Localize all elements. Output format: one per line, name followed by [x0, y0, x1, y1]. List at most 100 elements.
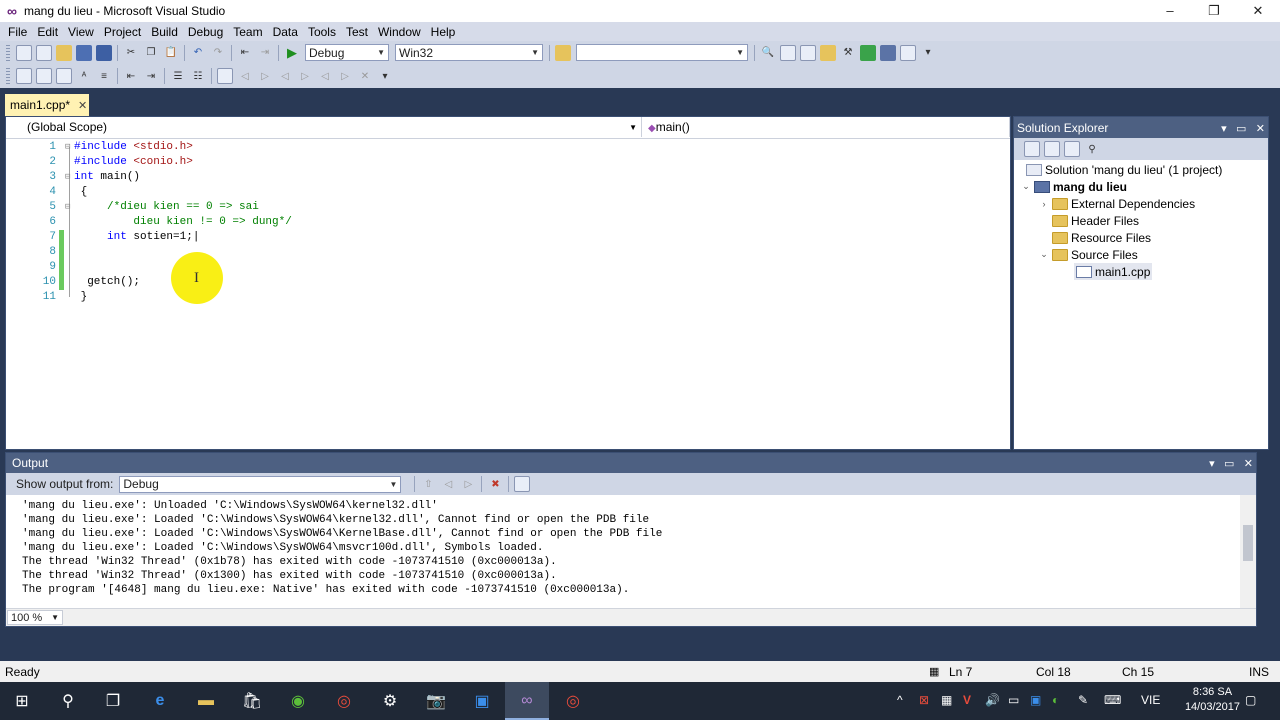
display-parameter-info-icon[interactable]	[36, 68, 52, 84]
clear-all-icon[interactable]: ✖	[487, 476, 503, 492]
tab-main1-cpp[interactable]: main1.cpp* ✕	[5, 94, 89, 116]
code-line[interactable]: 10 getch();	[6, 275, 1006, 290]
toolbar-options-icon[interactable]: ▾	[377, 68, 393, 84]
redo-icon[interactable]: ↷	[210, 45, 226, 61]
function-select[interactable]: ◆main()	[642, 117, 1010, 137]
auto-hide-pin-icon[interactable]: ▭	[1224, 458, 1234, 470]
menu-team[interactable]: Team	[228, 25, 267, 39]
extension-manager-icon[interactable]	[880, 44, 896, 61]
close-button[interactable]: ✕	[1236, 0, 1280, 22]
next-bookmark-folder-icon[interactable]: ▷	[297, 68, 313, 84]
code-line[interactable]: 6 dieu kien != 0 => dung*/	[6, 215, 1006, 230]
save-icon[interactable]	[76, 44, 92, 61]
increase-indent-icon[interactable]: ⇥	[143, 68, 159, 84]
toggle-bookmark-icon[interactable]	[217, 68, 233, 84]
save-all-icon[interactable]	[96, 44, 112, 61]
tray-app-icon[interactable]: V	[963, 693, 971, 707]
cut-icon[interactable]: ✂	[123, 45, 139, 61]
previous-bookmark-document-icon[interactable]: ◁	[317, 68, 333, 84]
keyboard-icon[interactable]: ⌨	[1104, 693, 1121, 707]
close-icon[interactable]: ✕	[1256, 123, 1265, 135]
output-source-select[interactable]: Debug ▼	[119, 475, 402, 493]
search-icon[interactable]: ⚲	[57, 690, 79, 712]
display-object-member-list-icon[interactable]	[16, 68, 32, 84]
code-line[interactable]: 3 ⊟ int main()	[6, 170, 1006, 185]
solution-platform-select[interactable]: Win32 ▼	[395, 44, 543, 61]
tray-app-icon[interactable]: ◐	[1052, 693, 1059, 707]
add-item-icon[interactable]	[36, 44, 52, 61]
window-layout-icon[interactable]	[900, 44, 916, 61]
menu-project[interactable]: Project	[99, 25, 146, 39]
dropdown-icon[interactable]: ▾	[1221, 123, 1227, 135]
navigate-forward-icon[interactable]: ⇥	[257, 45, 273, 61]
toolbox-icon[interactable]: ⚒	[840, 45, 856, 61]
tree-project[interactable]: ⌄ mang du lieu	[1020, 178, 1127, 195]
menu-tools[interactable]: Tools	[303, 25, 341, 39]
menu-window[interactable]: Window	[373, 25, 426, 39]
code-area[interactable]: 1 ⊟ #include <stdio.h> 2 #include <conio.h> 3…	[6, 140, 1010, 449]
language-indicator[interactable]: VIE	[1141, 693, 1160, 707]
tray-app-icon[interactable]: ⊠	[919, 693, 929, 707]
copy-icon[interactable]: ❐	[143, 45, 159, 61]
show-all-files-icon[interactable]	[1044, 141, 1060, 157]
tree-source-files[interactable]: ⌄ Source Files	[1038, 246, 1137, 263]
chevron-down-icon[interactable]: ⌄	[1038, 249, 1050, 260]
new-project-icon[interactable]	[16, 44, 32, 61]
menu-view[interactable]: View	[63, 25, 99, 39]
menu-help[interactable]: Help	[426, 25, 461, 39]
menu-data[interactable]: Data	[268, 25, 303, 39]
file-explorer-icon[interactable]: ▬	[195, 690, 217, 712]
properties-icon[interactable]	[800, 44, 816, 61]
tray-app-icon[interactable]: ▣	[1030, 693, 1041, 707]
menu-file[interactable]: File	[3, 25, 32, 39]
dropdown-icon[interactable]: ▾	[1209, 458, 1215, 470]
start-page-icon[interactable]	[860, 44, 876, 61]
auto-hide-pin-icon[interactable]: ▭	[1236, 123, 1246, 135]
app-icon[interactable]: ◉	[287, 690, 309, 712]
solution-configuration-select[interactable]: Debug ▼	[305, 44, 389, 61]
store-icon[interactable]: 🛍	[241, 690, 263, 712]
scrollbar-thumb[interactable]	[1243, 525, 1253, 561]
menu-edit[interactable]: Edit	[32, 25, 63, 39]
find-combo[interactable]: ▼	[576, 44, 748, 61]
next-bookmark-icon[interactable]: ▷	[257, 68, 273, 84]
close-icon[interactable]: ✕	[78, 99, 87, 112]
collapse-icon[interactable]: ⊟	[65, 200, 70, 215]
visual-studio-icon[interactable]: ∞	[516, 690, 538, 712]
uncomment-icon[interactable]: ☷	[190, 68, 206, 84]
clock[interactable]: 8:36 SA 14/03/2017	[1185, 685, 1240, 715]
tree-solution[interactable]: Solution 'mang du lieu' (1 project)	[1024, 161, 1222, 178]
close-icon[interactable]: ✕	[1244, 458, 1253, 470]
navigate-backward-icon[interactable]: ⇤	[237, 45, 253, 61]
decrease-indent-icon[interactable]: ⇤	[123, 68, 139, 84]
tree-external-dependencies[interactable]: › External Dependencies	[1038, 195, 1196, 212]
edge-browser-icon[interactable]: e	[149, 690, 171, 712]
menu-test[interactable]: Test	[341, 25, 373, 39]
next-message-icon[interactable]: ▷	[460, 476, 476, 492]
toggle-word-wrap-icon[interactable]	[514, 476, 531, 492]
output-scrollbar[interactable]	[1240, 495, 1256, 608]
collapse-icon[interactable]: ⊟	[65, 170, 70, 185]
tree-resource-files[interactable]: Resource Files	[1050, 229, 1151, 246]
code-line[interactable]: 2 #include <conio.h>	[6, 155, 1006, 170]
code-line[interactable]: 8	[6, 245, 1006, 260]
previous-bookmark-folder-icon[interactable]: ◁	[277, 68, 293, 84]
toolbar-grip[interactable]	[6, 68, 10, 84]
previous-message-icon[interactable]: ◁	[440, 476, 456, 492]
find-message-icon[interactable]: ⇧	[420, 476, 436, 492]
view-class-diagram-icon[interactable]: ⚲	[1084, 141, 1100, 157]
tree-main1-cpp[interactable]: main1.cpp	[1074, 263, 1153, 280]
remote-desktop-icon[interactable]: ▣	[471, 690, 493, 712]
comment-out-icon[interactable]: ☰	[170, 68, 186, 84]
start-debugging-icon[interactable]: ▶	[284, 45, 300, 61]
action-center-icon[interactable]: ▢	[1245, 693, 1256, 707]
paste-icon[interactable]: 📋	[163, 45, 179, 61]
minimize-button[interactable]: –	[1148, 0, 1192, 22]
find-icon[interactable]: 🔍	[760, 45, 776, 61]
windows-start-icon[interactable]: ⊞	[11, 690, 33, 712]
code-editor[interactable]: (Global Scope) ▼ ◆main() 1 ⊟ #include <std…	[5, 116, 1011, 450]
code-line[interactable]: 5 ⊟ /*dieu kien == 0 => sai	[6, 200, 1006, 215]
toolbar-options-icon[interactable]: ▾	[920, 45, 936, 61]
code-line[interactable]: 1 ⊟ #include <stdio.h>	[6, 140, 1006, 155]
network-icon[interactable]: ▭	[1008, 693, 1019, 707]
